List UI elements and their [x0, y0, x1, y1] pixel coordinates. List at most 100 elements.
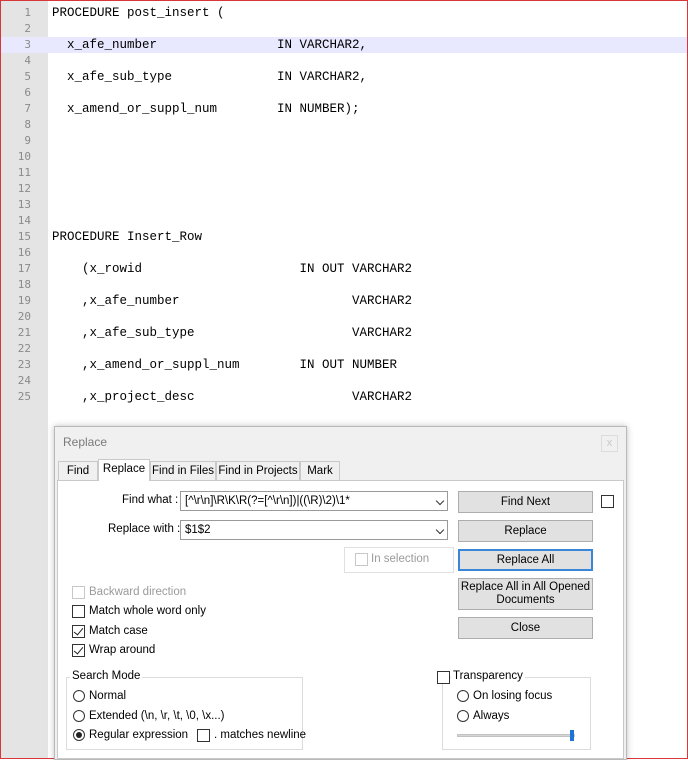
on-losing-focus-radio[interactable]	[457, 690, 469, 702]
code-line[interactable]: 11	[1, 165, 687, 181]
code-line[interactable]: 19 ,x_afe_number VARCHAR2	[1, 293, 687, 309]
code-lines: 1 PROCEDURE post_insert ( 2 3 x_afe_number …	[1, 5, 687, 405]
code-line[interactable]: 2	[1, 21, 687, 37]
extended-radio[interactable]	[73, 710, 85, 722]
replace-all-button[interactable]: Replace All	[458, 549, 593, 571]
matches-newline-checkbox[interactable]	[197, 729, 210, 742]
code-text: PROCEDURE post_insert (	[52, 6, 225, 20]
match-case-checkbox[interactable]	[72, 625, 85, 638]
code-text: x_afe_sub_type IN VARCHAR2,	[52, 70, 368, 84]
line-number: 13	[17, 198, 31, 211]
code-line[interactable]: 21 ,x_afe_sub_type VARCHAR2	[1, 325, 687, 341]
in-selection-label: In selection	[371, 553, 430, 565]
backward-direction-label: Backward direction	[89, 586, 187, 598]
dialog-title: Replace	[63, 435, 108, 449]
line-number: 15	[17, 230, 31, 243]
always-radio[interactable]	[457, 710, 469, 722]
tab-find-in-files[interactable]: Find in Files	[150, 461, 216, 480]
line-number: 12	[17, 182, 31, 195]
line-number: 17	[17, 262, 31, 275]
code-text: (x_rowid IN OUT VARCHAR2	[52, 262, 413, 276]
match-whole-word-checkbox[interactable]	[72, 605, 85, 618]
chevron-down-icon[interactable]	[435, 496, 445, 506]
line-number: 22	[17, 342, 31, 355]
code-text: ,x_afe_sub_type VARCHAR2	[52, 326, 413, 340]
code-line[interactable]: 12	[1, 181, 687, 197]
in-selection-checkbox[interactable]	[355, 553, 368, 566]
line-number: 20	[17, 310, 31, 323]
line-number: 10	[17, 150, 31, 163]
code-line[interactable]: 3 x_afe_number IN VARCHAR2,	[1, 37, 687, 53]
code-line[interactable]: 15 PROCEDURE Insert_Row	[1, 229, 687, 245]
find-what-value: [^\r\n]\R\K\R(?=[^\r\n])|((\R)\2)\1*	[185, 495, 350, 507]
search-mode-title: Search Mode	[70, 670, 143, 682]
find-next-extra-checkbox[interactable]	[601, 495, 614, 508]
code-line[interactable]: 18	[1, 277, 687, 293]
find-what-label: Find what :	[122, 494, 179, 506]
line-number: 1	[24, 6, 31, 19]
tab-mark[interactable]: Mark	[300, 461, 340, 480]
line-number: 2	[24, 22, 31, 35]
line-number: 25	[17, 390, 31, 403]
extended-label: Extended (\n, \r, \t, \0, \x...)	[89, 710, 225, 722]
tab-find[interactable]: Find	[58, 461, 98, 480]
replace-all-opened-button[interactable]: Replace All in All Opened Documents	[458, 578, 593, 610]
code-text: ,x_amend_or_suppl_num IN OUT NUMBER	[52, 358, 398, 372]
code-line[interactable]: 22	[1, 341, 687, 357]
find-what-input[interactable]: [^\r\n]\R\K\R(?=[^\r\n])|((\R)\2)\1*	[180, 491, 448, 511]
match-case-label: Match case	[89, 625, 148, 637]
normal-label: Normal	[89, 690, 127, 702]
replace-button[interactable]: Replace	[458, 520, 593, 542]
regex-label: Regular expression	[89, 729, 189, 741]
regex-radio[interactable]	[73, 729, 85, 741]
tab-find-in-projects[interactable]: Find in Projects	[216, 461, 300, 480]
on-losing-focus-label: On losing focus	[473, 690, 553, 702]
line-number: 18	[17, 278, 31, 291]
transparency-slider-thumb[interactable]	[570, 730, 574, 741]
normal-radio[interactable]	[73, 690, 85, 702]
close-button[interactable]: Close	[458, 617, 593, 639]
code-text: PROCEDURE Insert_Row	[52, 230, 203, 244]
code-text: x_amend_or_suppl_num IN NUMBER);	[52, 102, 360, 116]
code-line[interactable]: 4	[1, 53, 687, 69]
find-next-button[interactable]: Find Next	[458, 491, 593, 513]
line-number: 21	[17, 326, 31, 339]
code-line[interactable]: 23 ,x_amend_or_suppl_num IN OUT NUMBER	[1, 357, 687, 373]
line-number: 8	[24, 118, 31, 131]
code-line[interactable]: 24	[1, 373, 687, 389]
replace-tab-panel: Find what : [^\r\n]\R\K\R(?=[^\r\n])|((\…	[57, 480, 624, 759]
code-line[interactable]: 6	[1, 85, 687, 101]
tab-replace[interactable]: Replace	[98, 459, 150, 481]
line-number: 11	[17, 166, 31, 179]
line-number: 14	[17, 214, 31, 227]
code-line[interactable]: 14	[1, 213, 687, 229]
code-line[interactable]: 9	[1, 133, 687, 149]
code-line[interactable]: 17 (x_rowid IN OUT VARCHAR2	[1, 261, 687, 277]
code-line[interactable]: 5 x_afe_sub_type IN VARCHAR2,	[1, 69, 687, 85]
replace-with-value: $1$2	[185, 524, 211, 536]
code-text: ,x_afe_number VARCHAR2	[52, 294, 413, 308]
replace-with-label: Replace with :	[108, 523, 181, 535]
code-line[interactable]: 20	[1, 309, 687, 325]
line-number: 7	[24, 102, 31, 115]
always-label: Always	[473, 710, 510, 722]
code-line[interactable]: 16	[1, 245, 687, 261]
match-whole-word-label: Match whole word only	[89, 605, 206, 617]
chevron-down-icon[interactable]	[435, 525, 445, 535]
transparency-title: Transparency	[451, 670, 525, 682]
code-line[interactable]: 10	[1, 149, 687, 165]
line-number: 19	[17, 294, 31, 307]
backward-direction-checkbox[interactable]	[72, 586, 85, 599]
code-line[interactable]: 13	[1, 197, 687, 213]
code-line[interactable]: 7 x_amend_or_suppl_num IN NUMBER);	[1, 101, 687, 117]
transparency-slider[interactable]	[457, 734, 575, 737]
code-line[interactable]: 8	[1, 117, 687, 133]
replace-with-input[interactable]: $1$2	[180, 520, 448, 540]
wrap-around-checkbox[interactable]	[72, 644, 85, 657]
close-icon[interactable]: x	[601, 435, 618, 452]
code-line[interactable]: 1 PROCEDURE post_insert (	[1, 5, 687, 21]
code-text: x_afe_number IN VARCHAR2,	[52, 38, 368, 52]
code-line[interactable]: 25 ,x_project_desc VARCHAR2	[1, 389, 687, 405]
line-number: 5	[24, 70, 31, 83]
transparency-checkbox[interactable]	[437, 671, 450, 684]
